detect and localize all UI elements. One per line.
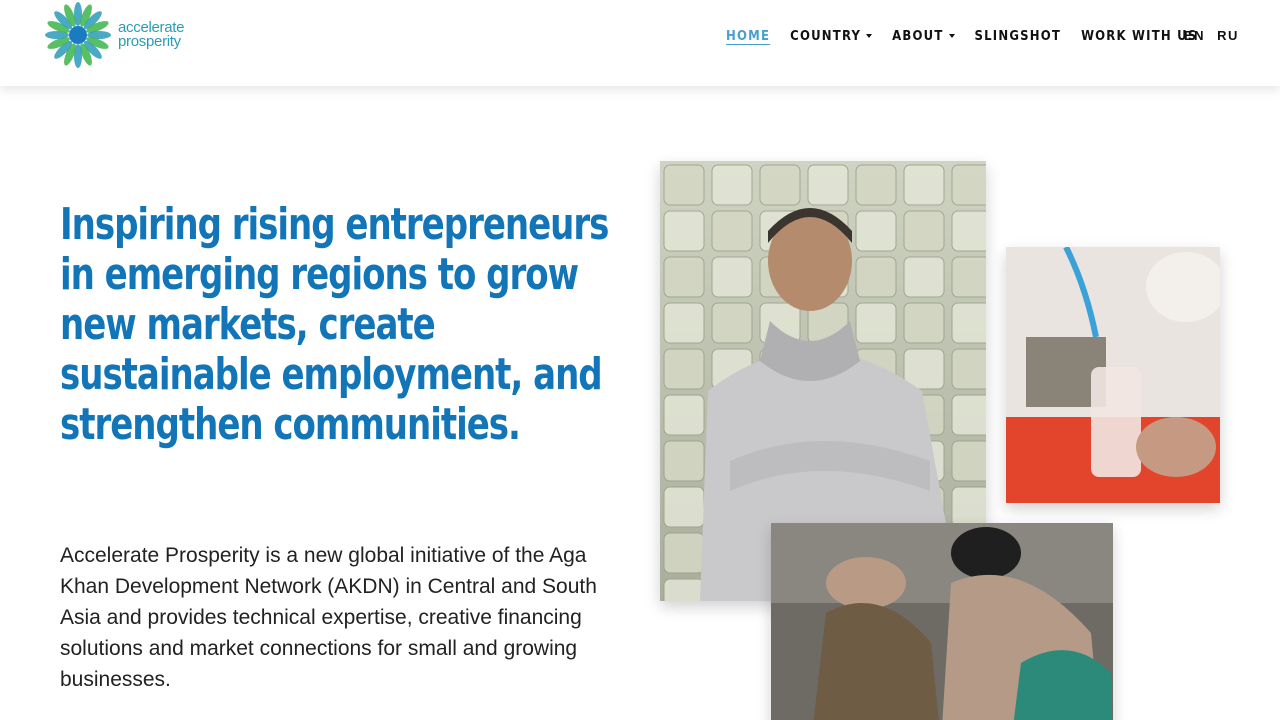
logo-line2: prosperity [118, 33, 181, 50]
women-working-photo-icon [771, 523, 1113, 720]
hero-photo-bottom [771, 523, 1113, 720]
hero-headline: Inspiring rising entrepreneurs in emergi… [60, 199, 609, 450]
nav-about[interactable]: ABOUT [892, 28, 955, 44]
caret-down-icon [948, 34, 955, 38]
site-header: accelerate prosperity HOME COUNTRY ABOUT… [0, 0, 1280, 86]
bottling-photo-icon [1006, 247, 1220, 503]
nav-home-label: HOME [726, 28, 771, 44]
hero-photo-side [1006, 247, 1220, 503]
caret-down-icon [866, 34, 873, 38]
nav-work-with-us-label: WORK WITH US [1081, 28, 1198, 44]
nav-home[interactable]: HOME [726, 29, 770, 44]
logo-wordmark: accelerate prosperity [118, 20, 185, 50]
nav-country[interactable]: COUNTRY [790, 28, 873, 44]
nav-slingshot[interactable]: SLINGSHOT [975, 29, 1062, 44]
logo-link[interactable]: accelerate prosperity [44, 0, 194, 70]
nav-about-label: ABOUT [892, 28, 944, 44]
lang-ru[interactable]: RU [1217, 28, 1239, 43]
nav-work-with-us[interactable]: WORK WITH US [1081, 29, 1197, 44]
language-switcher: EN RU [1184, 28, 1251, 43]
nav-country-label: COUNTRY [790, 28, 862, 44]
hero-intro: Accelerate Prosperity is a new global in… [60, 544, 597, 691]
main-nav: HOME COUNTRY ABOUT SLINGSHOT WORK WITH U… [726, 26, 1217, 46]
logo-sunburst-icon [45, 2, 111, 68]
lang-en[interactable]: EN [1184, 28, 1205, 43]
nav-slingshot-label: SLINGSHOT [974, 28, 1062, 44]
